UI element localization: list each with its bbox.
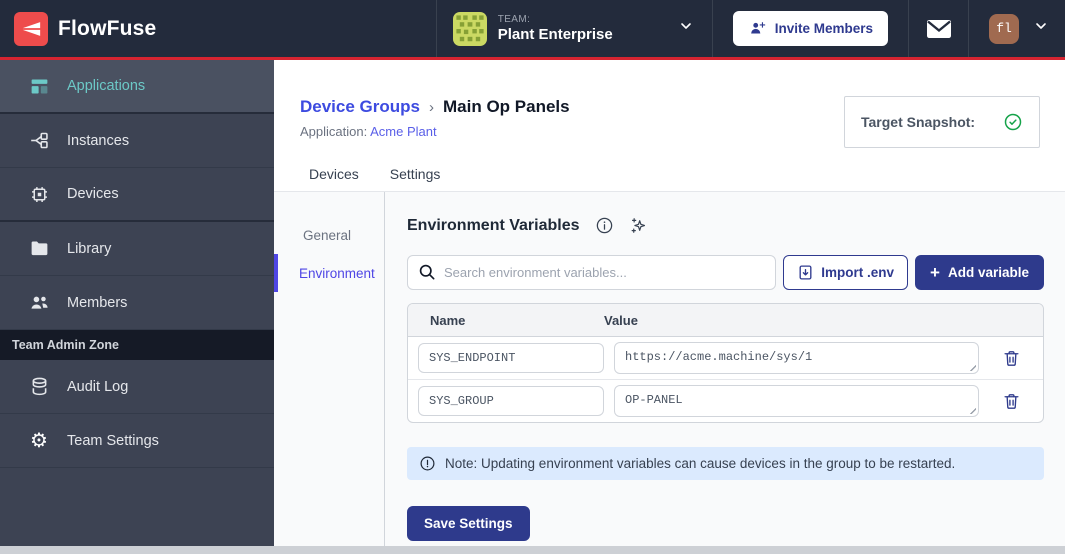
gear-icon: ⚙ bbox=[30, 429, 48, 452]
subnav-item-general[interactable]: General bbox=[274, 216, 384, 254]
top-header: FlowFuse TEAM: Plant Enterprise Invite M… bbox=[0, 0, 1065, 57]
sidebar-item-audit-log[interactable]: Audit Log bbox=[0, 360, 274, 414]
team-name: Plant Enterprise bbox=[497, 25, 613, 43]
column-header-value: Value bbox=[604, 312, 638, 328]
subnav-item-environment[interactable]: Environment bbox=[274, 254, 384, 292]
table-row: https://acme.machine/sys/1 bbox=[408, 337, 1043, 379]
user-avatar: fl bbox=[989, 13, 1019, 44]
restart-note-banner: Note: Updating environment variables can… bbox=[407, 447, 1044, 480]
sidebar-item-label: Instances bbox=[67, 132, 130, 149]
restart-note-text: Note: Updating environment variables can… bbox=[445, 456, 956, 471]
application-label: Application: bbox=[300, 124, 368, 139]
sidebar-item-team-settings[interactable]: ⚙ Team Settings bbox=[0, 414, 274, 468]
sidebar-item-members[interactable]: Members bbox=[0, 276, 274, 330]
team-admin-zone-header: Team Admin Zone bbox=[0, 330, 274, 360]
invite-members-label: Invite Members bbox=[774, 21, 873, 36]
document-download-icon bbox=[799, 265, 812, 280]
flowfuse-logo[interactable]: FlowFuse bbox=[0, 0, 156, 57]
target-snapshot-box: Target Snapshot: bbox=[844, 96, 1040, 148]
invite-members-button[interactable]: Invite Members bbox=[732, 11, 888, 46]
team-admin-zone-label: Team Admin Zone bbox=[12, 338, 119, 352]
settings-subnav: General Environment bbox=[274, 192, 385, 546]
chip-icon bbox=[28, 183, 50, 205]
mail-icon bbox=[926, 19, 951, 38]
trash-icon bbox=[1003, 350, 1019, 366]
table-row: OP-PANEL bbox=[408, 379, 1043, 422]
logo-text: FlowFuse bbox=[58, 16, 157, 40]
page-header: Device Groups › Main Op Panels Applicati… bbox=[274, 60, 1065, 192]
horizontal-scrollbar[interactable] bbox=[0, 546, 1065, 554]
user-menu[interactable]: fl bbox=[968, 0, 1065, 57]
team-selector[interactable]: TEAM: Plant Enterprise bbox=[435, 0, 712, 57]
import-env-button[interactable]: Import .env bbox=[783, 255, 909, 290]
sidebar-item-applications[interactable]: Applications bbox=[0, 60, 274, 114]
flowfuse-logo-icon bbox=[14, 11, 48, 46]
column-header-name: Name bbox=[430, 312, 466, 328]
env-name-input[interactable] bbox=[418, 343, 604, 373]
env-name-input[interactable] bbox=[418, 386, 604, 416]
save-settings-button[interactable]: Save Settings bbox=[407, 506, 530, 541]
notifications-button[interactable] bbox=[908, 0, 968, 57]
application-link[interactable]: Acme Plant bbox=[370, 124, 436, 139]
database-icon bbox=[28, 376, 50, 398]
search-input[interactable] bbox=[407, 255, 777, 290]
tab-settings[interactable]: Settings bbox=[388, 157, 443, 191]
sidebar-item-label: Audit Log bbox=[67, 378, 129, 395]
applications-icon bbox=[28, 75, 50, 97]
chevron-down-icon bbox=[678, 18, 694, 39]
info-icon[interactable] bbox=[595, 216, 614, 235]
trash-icon bbox=[1003, 393, 1019, 409]
user-initials: fl bbox=[996, 21, 1012, 36]
sidebar-item-devices[interactable]: Devices bbox=[0, 168, 274, 222]
env-value-field: https://acme.machine/sys/1 bbox=[614, 342, 979, 374]
instances-icon bbox=[28, 130, 50, 152]
sidebar-item-label: Applications bbox=[67, 78, 146, 94]
page-title: Main Op Panels bbox=[443, 97, 570, 116]
delete-variable-button[interactable] bbox=[989, 349, 1033, 368]
tab-devices[interactable]: Devices bbox=[307, 157, 361, 191]
sidebar-item-instances[interactable]: Instances bbox=[0, 114, 274, 168]
add-variable-button[interactable]: + Add variable bbox=[915, 255, 1044, 290]
exclamation-circle-icon bbox=[420, 456, 435, 471]
import-env-label: Import .env bbox=[821, 265, 895, 280]
app-window: FlowFuse TEAM: Plant Enterprise Invite M… bbox=[0, 0, 1065, 554]
delete-variable-button[interactable] bbox=[989, 392, 1033, 411]
breadcrumb-separator: › bbox=[429, 99, 434, 116]
sidebar-item-library[interactable]: Library bbox=[0, 222, 274, 276]
search-icon bbox=[419, 264, 435, 280]
environment-panel: Environment Variables Search environment… bbox=[385, 192, 1065, 546]
users-icon bbox=[28, 292, 50, 314]
sidebar-item-label: Members bbox=[67, 294, 128, 311]
person-plus-icon bbox=[750, 22, 765, 34]
env-variables-table: Name Value https://acme.machine/sys/1 bbox=[407, 303, 1044, 423]
team-label: TEAM: bbox=[497, 14, 531, 26]
sidebar-item-label: Devices bbox=[67, 186, 119, 202]
section-heading: Environment Variables bbox=[407, 216, 580, 234]
team-avatar bbox=[452, 11, 487, 46]
add-variable-label: Add variable bbox=[947, 265, 1029, 280]
plus-icon: + bbox=[930, 263, 940, 282]
env-value-field: OP-PANEL bbox=[614, 385, 979, 417]
check-circle-icon[interactable] bbox=[1003, 112, 1023, 132]
table-header-row: Name Value bbox=[408, 304, 1043, 337]
sidebar-item-label: Library bbox=[67, 240, 112, 257]
chevron-down-icon bbox=[1033, 18, 1049, 39]
sidebar-item-label: Team Settings bbox=[67, 432, 159, 449]
env-value-input[interactable]: OP-PANEL bbox=[614, 385, 979, 417]
sidebar-nav: Applications Instances Devices Library M… bbox=[0, 60, 274, 546]
sparkles-icon[interactable] bbox=[629, 216, 648, 235]
page-tabs: Devices Settings bbox=[307, 157, 442, 191]
folder-icon bbox=[28, 238, 50, 260]
breadcrumb-device-groups-link[interactable]: Device Groups bbox=[300, 97, 420, 117]
env-value-input[interactable]: https://acme.machine/sys/1 bbox=[614, 342, 979, 374]
target-snapshot-label: Target Snapshot: bbox=[861, 114, 976, 130]
